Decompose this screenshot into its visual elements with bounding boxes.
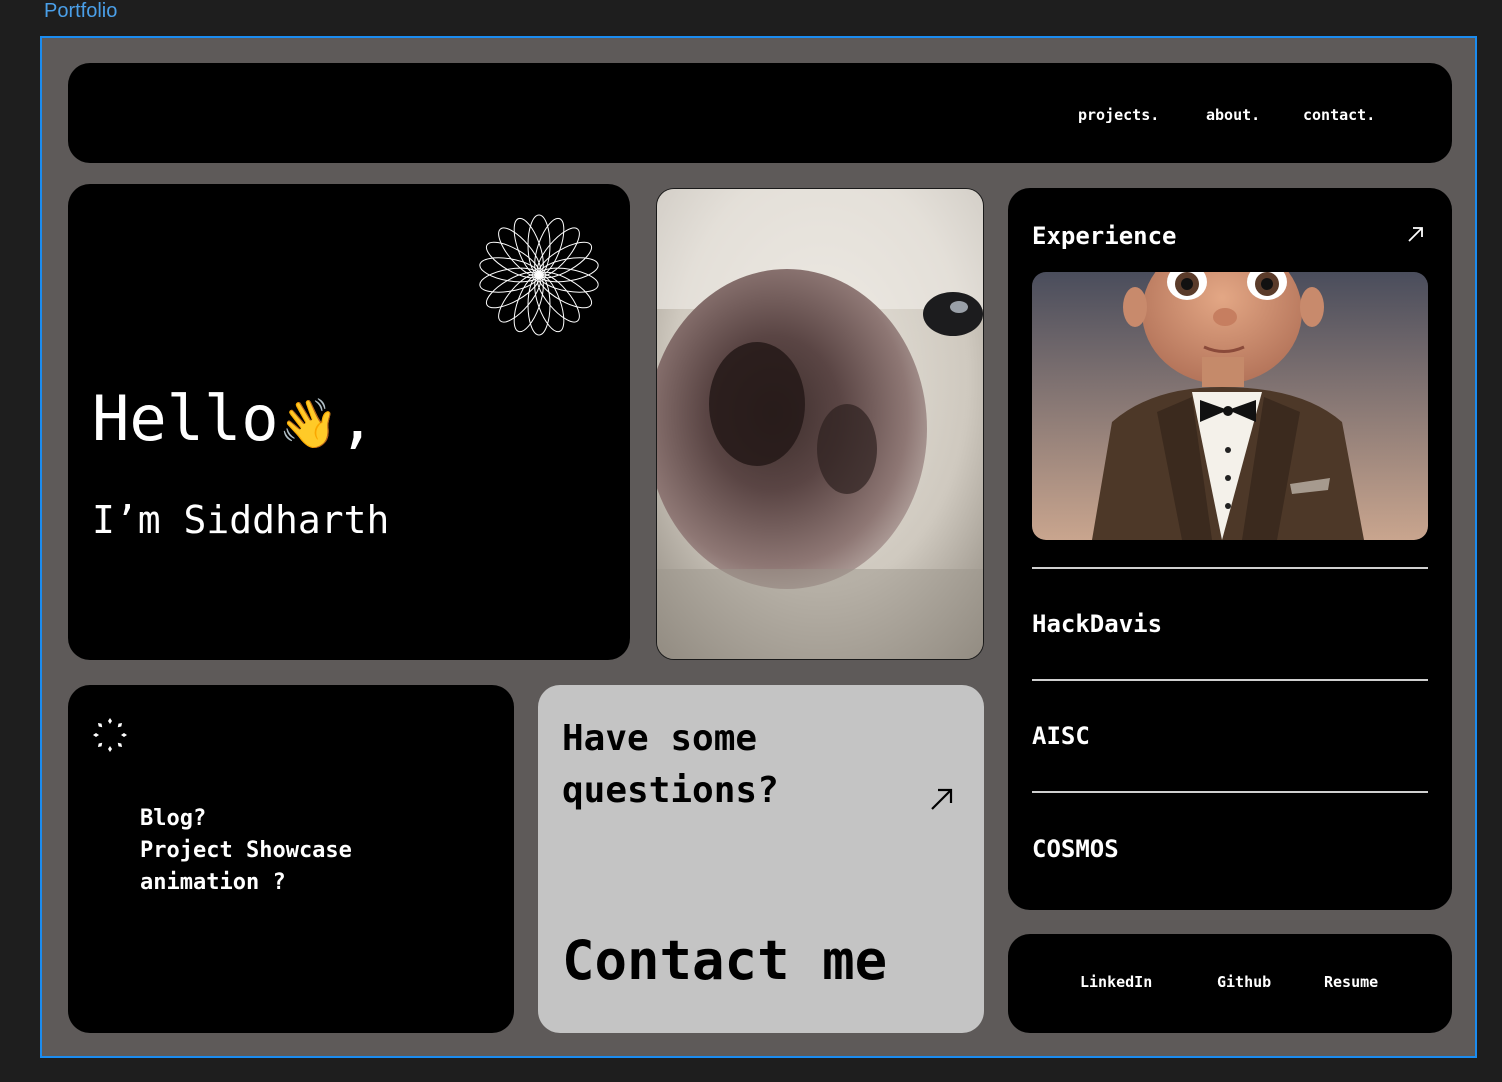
portfolio-frame: projects. about. contact. Hello👋, I’m Si… (40, 36, 1477, 1058)
nav-contact-link[interactable]: contact. (1303, 106, 1375, 124)
wave-emoji: 👋 (278, 396, 339, 452)
experience-divider (1032, 679, 1428, 681)
hero-intro: I’m Siddharth (92, 498, 390, 542)
blog-line: animation ? (140, 870, 286, 895)
greeting-text: Hello (92, 382, 279, 455)
experience-item-aisc[interactable]: AISC (1032, 722, 1090, 750)
question-line: questions? (562, 770, 779, 811)
github-link[interactable]: Github (1217, 973, 1271, 991)
experience-item-hackdavis[interactable]: HackDavis (1032, 610, 1162, 638)
question-line: Have some (562, 718, 758, 759)
flower-icon (479, 214, 599, 336)
arrow-up-right-icon[interactable] (928, 785, 956, 813)
blog-line: Blog? (140, 806, 207, 831)
experience-card[interactable]: Experience HackDavis AISC COSMOS (1008, 188, 1452, 910)
avatar-illustration (1032, 272, 1428, 540)
linkedin-link[interactable]: LinkedIn (1080, 973, 1152, 991)
arrow-up-right-icon[interactable] (1406, 224, 1426, 244)
blog-line: Project Showcase (140, 838, 352, 863)
dog-nose-image (657, 189, 983, 659)
frame-label: Portfolio (44, 0, 118, 22)
contact-me-button[interactable]: Contact me (562, 929, 887, 992)
nav-about-link[interactable]: about. (1206, 106, 1260, 124)
nav-projects-link[interactable]: projects. (1078, 106, 1159, 124)
contact-card[interactable]: Have some questions? Contact me (538, 685, 984, 1033)
hero-greeting: Hello👋, (92, 382, 376, 455)
experience-title: Experience (1032, 222, 1177, 250)
navbar: projects. about. contact. (68, 63, 1452, 163)
sparkle-ring-icon (93, 718, 127, 752)
avatar (1032, 272, 1428, 540)
experience-divider (1032, 791, 1428, 793)
resume-link[interactable]: Resume (1324, 973, 1378, 991)
experience-divider (1032, 567, 1428, 569)
dog-photo (656, 188, 984, 660)
greeting-comma: , (338, 382, 376, 455)
contact-question: Have some questions? (562, 713, 779, 817)
social-links-card: LinkedIn Github Resume (1008, 934, 1452, 1033)
hero-card: Hello👋, I’m Siddharth (68, 184, 630, 660)
blog-text: Blog? Project Showcase animation ? (140, 803, 352, 899)
experience-item-cosmos[interactable]: COSMOS (1032, 835, 1119, 863)
blog-card: Blog? Project Showcase animation ? (68, 685, 514, 1033)
